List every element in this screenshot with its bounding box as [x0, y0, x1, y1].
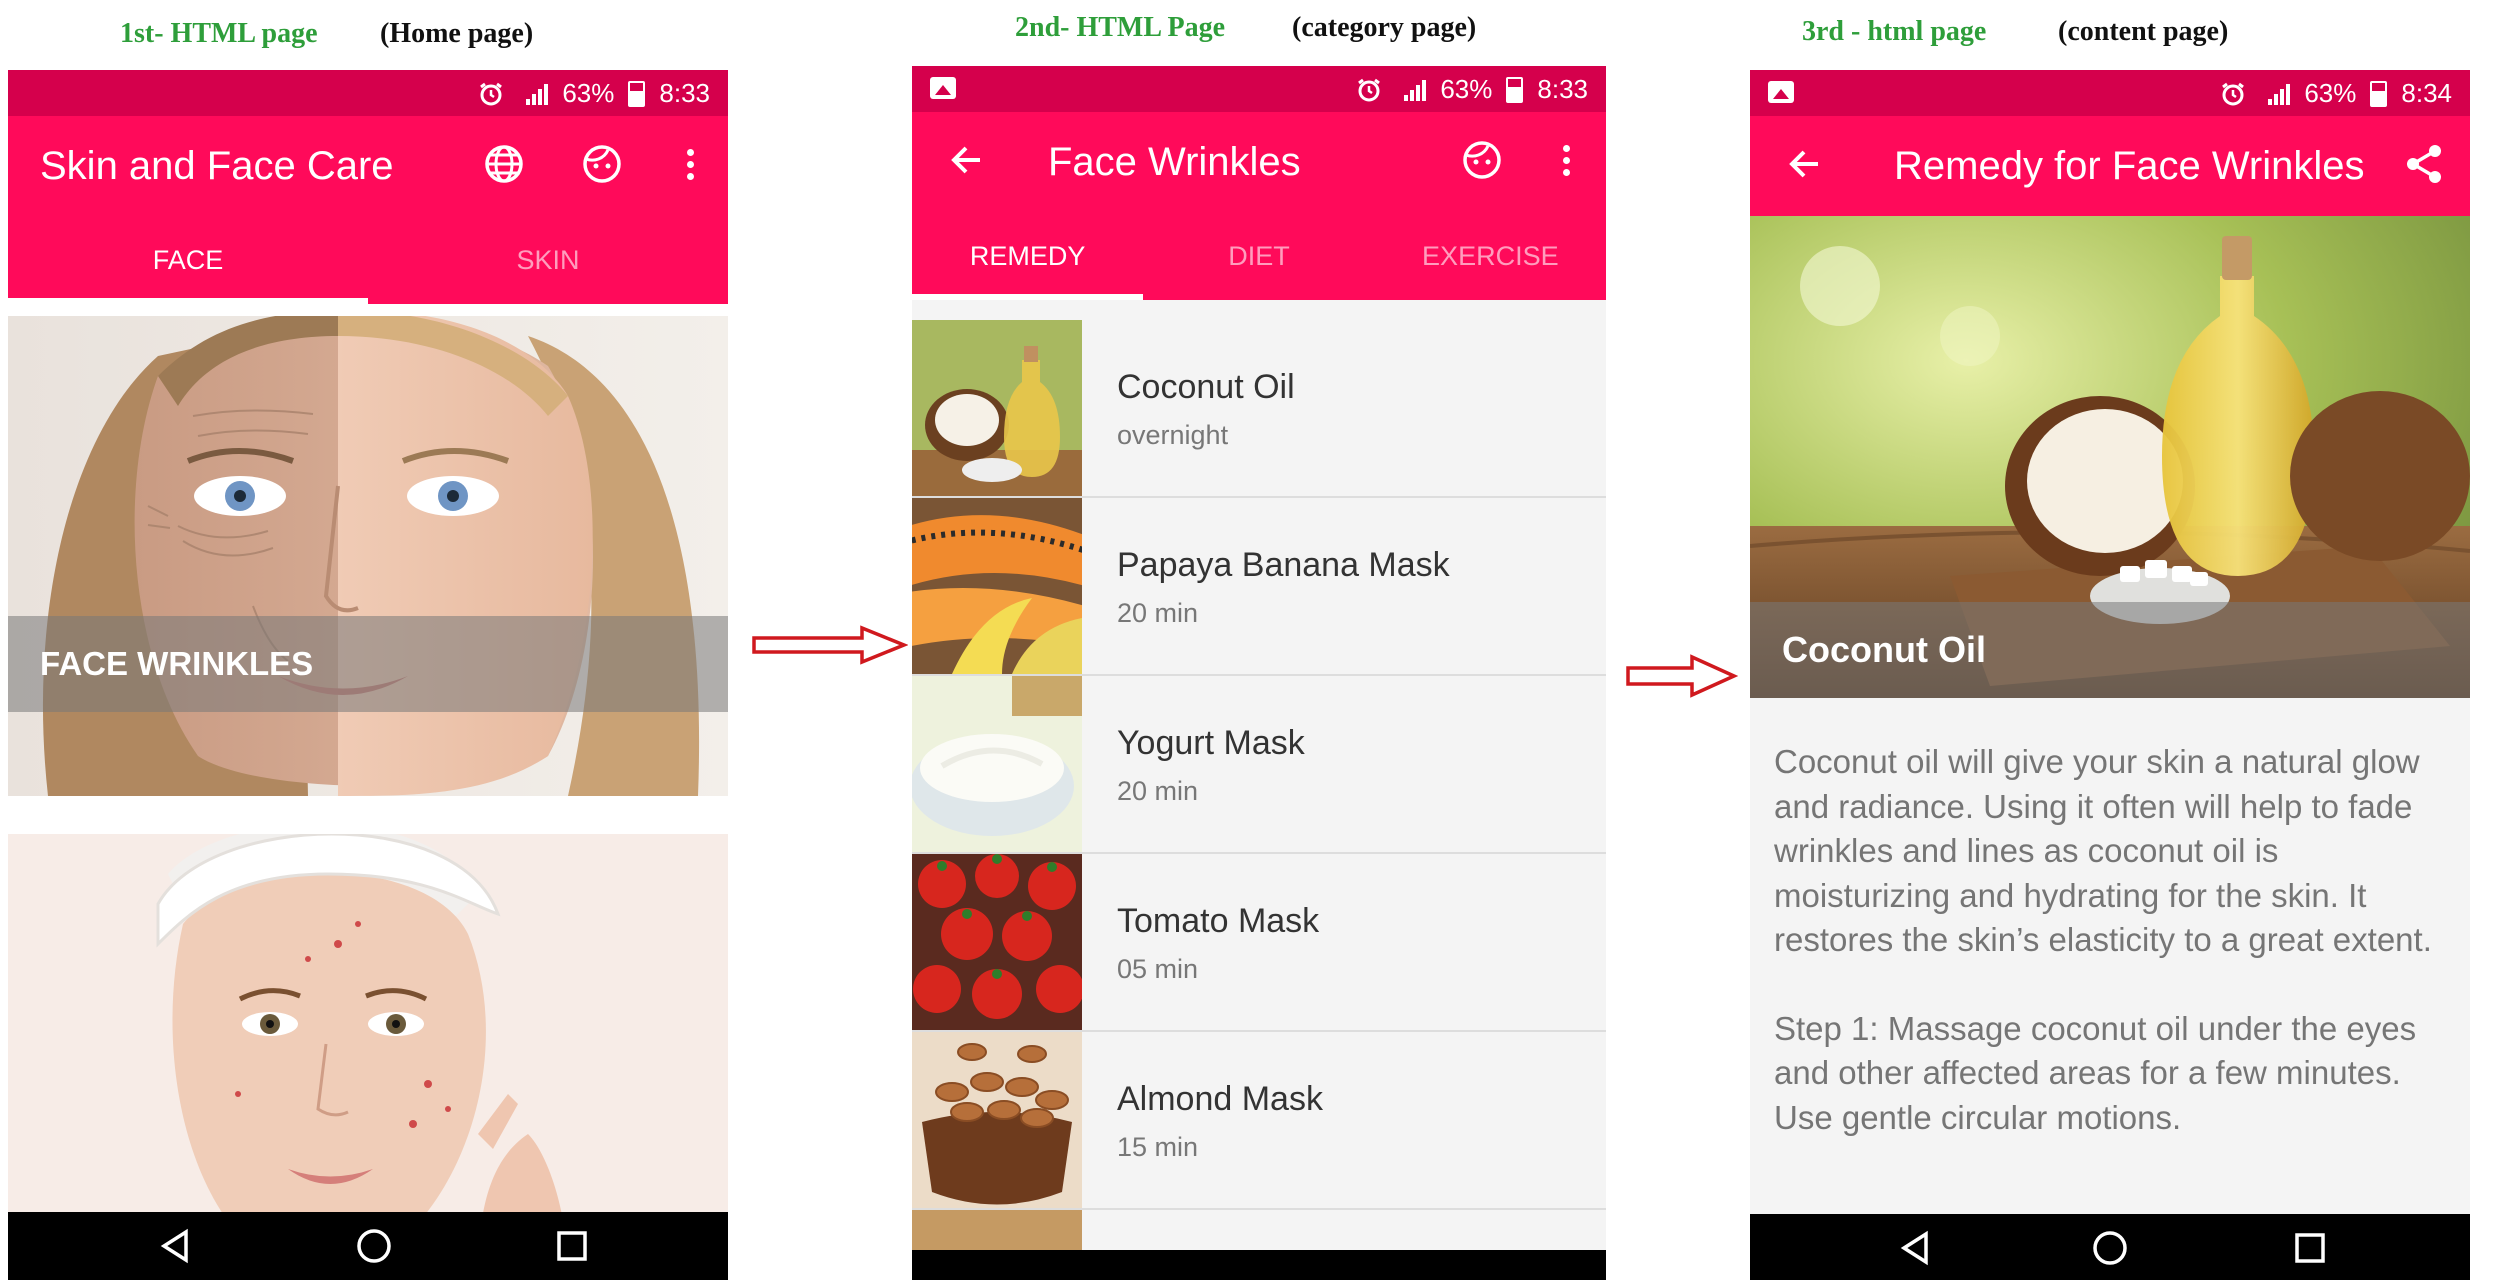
face-icon[interactable] — [1460, 138, 1504, 182]
card-label: FACE WRINKLES — [8, 616, 728, 712]
app-bar: Face Wrinkles — [912, 112, 1606, 212]
partial-thumb — [912, 1210, 1082, 1250]
home-page-screen: 63% 8:33 Skin and Face Care FACE SKIN FA… — [8, 70, 728, 1280]
battery-icon — [1506, 76, 1524, 103]
tab-exercise[interactable]: EXERCISE — [1375, 212, 1606, 300]
item-duration: 20 min — [1117, 776, 1199, 806]
app-title: Face Wrinkles — [1048, 140, 1301, 184]
skin-card[interactable] — [8, 834, 728, 1274]
item-duration: 20 min — [1117, 598, 1199, 628]
clock: 8:33 — [659, 78, 710, 108]
tab-remedy[interactable]: REMEDY — [912, 212, 1144, 300]
app-bar: Skin and Face Care — [8, 116, 728, 216]
item-name: Tomato Mask — [1117, 902, 1320, 940]
back-arrow-icon[interactable] — [1782, 142, 1826, 186]
battery-icon — [2370, 80, 2388, 107]
battery-percent: 63% — [1440, 74, 1493, 104]
image-notification-icon — [930, 77, 956, 99]
remedy-description: Coconut oil will give your skin a natura… — [1774, 740, 2454, 1140]
clock: 8:33 — [1537, 74, 1588, 104]
flow-arrow-2 — [1626, 654, 1738, 698]
tab-bar: REMEDY DIET EXERCISE — [912, 212, 1606, 300]
page1-caption-note: (Home page) — [380, 18, 534, 49]
list-item[interactable]: Almond Mask 15 min — [912, 1032, 1606, 1210]
item-name: Yogurt Mask — [1117, 724, 1305, 762]
share-icon[interactable] — [2402, 142, 2446, 186]
item-name: Papaya Banana Mask — [1117, 546, 1450, 584]
hero-label: Coconut Oil — [1750, 602, 2470, 698]
tab-skin[interactable]: SKIN — [368, 216, 728, 304]
page3-caption-note: (content page) — [2058, 16, 2229, 47]
list-item[interactable]: Yogurt Mask 20 min — [912, 676, 1606, 854]
description-paragraph: Coconut oil will give your skin a natura… — [1774, 743, 2432, 958]
tomato-thumb — [912, 854, 1082, 1030]
skin-acne-image — [8, 834, 728, 1274]
page2-caption: 2nd- HTML Page — [1015, 12, 1226, 43]
item-duration: overnight — [1117, 420, 1229, 450]
list-item[interactable]: Papaya Banana Mask 20 min — [912, 498, 1606, 676]
status-bar: 63% 8:34 — [1750, 70, 2470, 116]
item-name: Coconut Oil — [1117, 368, 1295, 406]
more-vert-icon[interactable] — [668, 142, 712, 186]
battery-icon — [628, 80, 646, 107]
alarm-icon — [480, 82, 503, 105]
app-title: Skin and Face Care — [40, 144, 394, 188]
coconut-oil-hero: Coconut Oil — [1750, 216, 2470, 698]
yogurt-thumb — [912, 676, 1082, 852]
papaya-banana-thumb — [912, 498, 1082, 674]
flow-arrow-1 — [752, 625, 908, 665]
globe-icon[interactable] — [482, 142, 526, 186]
status-bar: 63% 8:33 — [912, 66, 1606, 112]
list-item[interactable]: Tomato Mask 05 min — [912, 854, 1606, 1032]
back-arrow-icon[interactable] — [944, 138, 988, 182]
system-nav-bar — [8, 1212, 728, 1280]
signal-icon — [518, 83, 549, 105]
status-bar: 63% 8:33 — [8, 70, 728, 116]
list-item-partial — [912, 1210, 1606, 1250]
coconut-oil-thumb — [912, 320, 1082, 496]
back-nav-icon[interactable] — [152, 1222, 200, 1270]
alarm-icon — [2222, 82, 2245, 105]
tab-face[interactable]: FACE — [8, 216, 368, 304]
app-title: Remedy for Face Wrinkles — [1894, 144, 2365, 188]
page1-caption: 1st- HTML page — [120, 18, 318, 49]
more-vert-icon[interactable] — [1544, 138, 1588, 182]
face-wrinkles-card[interactable]: FACE WRINKLES — [8, 316, 728, 796]
system-nav-bar — [1750, 1214, 2470, 1280]
signal-icon — [2260, 83, 2291, 105]
clock: 8:34 — [2401, 78, 2452, 108]
step-paragraph: Step 1: Massage coconut oil under the ey… — [1774, 1009, 2417, 1136]
app-bar: Remedy for Face Wrinkles — [1750, 116, 2470, 216]
page3-caption: 3rd - html page — [1802, 16, 1987, 47]
home-nav-icon[interactable] — [350, 1222, 398, 1270]
battery-percent: 63% — [562, 78, 615, 108]
page2-caption-note: (category page) — [1292, 12, 1477, 43]
home-nav-icon[interactable] — [2086, 1224, 2134, 1272]
face-icon[interactable] — [580, 142, 624, 186]
tab-diet[interactable]: DIET — [1143, 212, 1374, 300]
recents-nav-icon[interactable] — [548, 1222, 596, 1270]
back-nav-icon[interactable] — [1892, 1224, 1940, 1272]
item-duration: 05 min — [1117, 954, 1199, 984]
list-item[interactable]: Coconut Oil overnight — [912, 320, 1606, 498]
battery-percent: 63% — [2304, 78, 2357, 108]
image-notification-icon — [1768, 81, 1794, 103]
item-name: Almond Mask — [1117, 1080, 1323, 1118]
face-wrinkles-image — [8, 316, 728, 796]
system-nav-bar — [912, 1250, 1606, 1280]
almond-thumb — [912, 1032, 1082, 1208]
signal-icon — [1396, 79, 1427, 101]
category-page-screen: 63% 8:33 Face Wrinkles REMEDY DIET EXERC… — [912, 66, 1606, 1280]
recents-nav-icon[interactable] — [2286, 1224, 2334, 1272]
item-duration: 15 min — [1117, 1132, 1199, 1162]
tab-bar: FACE SKIN — [8, 216, 728, 304]
alarm-icon — [1358, 78, 1381, 101]
content-page-screen: 63% 8:34 Remedy for Face Wrinkles Coconu… — [1750, 70, 2470, 1280]
